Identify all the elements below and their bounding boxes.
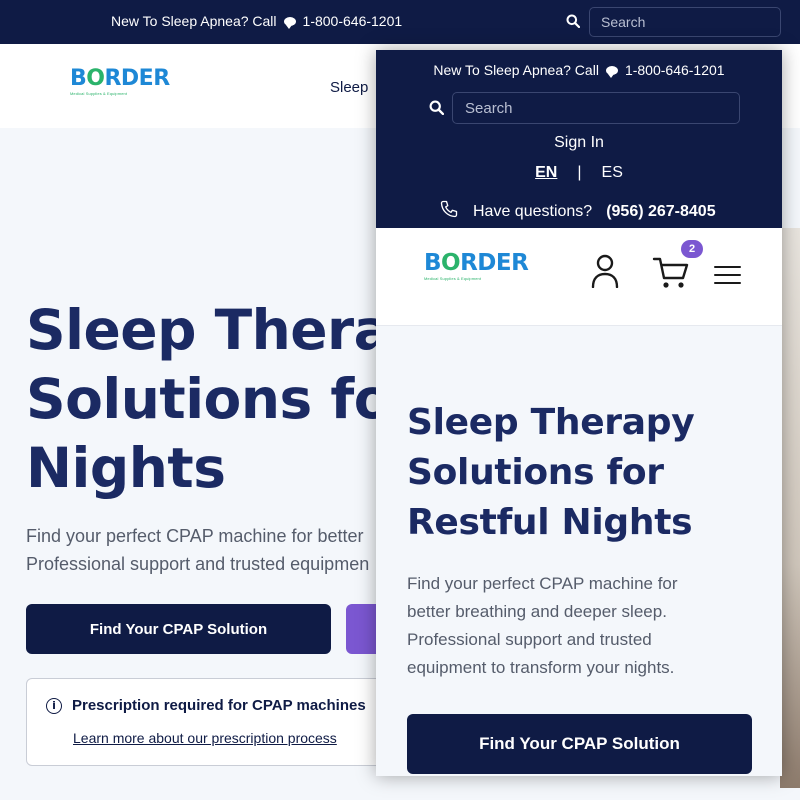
phone-icon (439, 199, 459, 224)
logo-letter: B (424, 250, 442, 276)
mobile-find-cpap-button[interactable]: Find Your CPAP Solution (407, 714, 752, 774)
desktop-logo[interactable]: B O RDER Medical Supplies & Equipment (70, 66, 170, 96)
mobile-view: New To Sleep Apnea? Call 1-800-646-1201 … (376, 50, 782, 776)
mobile-top-bar: New To Sleep Apnea? Call 1-800-646-1201 … (376, 50, 782, 228)
cart-icon[interactable] (652, 256, 690, 295)
language-switcher: EN | ES (376, 164, 782, 182)
mobile-hero-title: Sleep Therapy Solutions for Restful Nigh… (407, 402, 695, 543)
lang-separator: | (577, 164, 582, 181)
chat-bubble-icon (605, 65, 618, 78)
mobile-phone-link[interactable]: 1-800-646-1201 (625, 62, 725, 78)
prescription-link[interactable]: Learn more about our prescription proces… (73, 730, 337, 746)
logo-wheelchair-o: O (86, 66, 105, 91)
desktop-promo: New To Sleep Apnea? Call 1-800-646-1201 (111, 13, 402, 29)
mobile-promo: New To Sleep Apnea? Call 1-800-646-1201 (376, 62, 782, 78)
desktop-search-input[interactable] (589, 7, 781, 37)
cart-count-badge: 2 (681, 240, 703, 258)
nav-item-sleep[interactable]: Sleep (330, 79, 368, 96)
prescription-title: Prescription required for CPAP machines (72, 697, 366, 714)
chat-bubble-icon (283, 16, 296, 29)
logo-letters: RDER (104, 66, 170, 91)
mobile-logo[interactable]: B O RDER Medical Supplies & Equipment (424, 250, 529, 281)
hamburger-menu-icon[interactable] (714, 266, 741, 290)
info-icon: i (46, 697, 62, 714)
mobile-search-input[interactable] (452, 92, 740, 124)
user-account-icon[interactable] (590, 254, 620, 293)
hero-image (780, 228, 800, 788)
desktop-promo-text: New To Sleep Apnea? Call (111, 13, 277, 29)
find-cpap-button[interactable]: Find Your CPAP Solution (26, 604, 331, 654)
logo-wheelchair-o: O (441, 250, 461, 276)
mobile-header: B O RDER Medical Supplies & Equipment 2 (376, 228, 782, 326)
desktop-hero-subtitle: Find your perfect CPAP machine for bette… (26, 526, 370, 574)
prescription-notice: i Prescription required for CPAP machine… (26, 678, 396, 766)
sign-in-link[interactable]: Sign In (376, 134, 782, 152)
logo-letter: B (70, 66, 87, 91)
desktop-top-bar: New To Sleep Apnea? Call 1-800-646-1201 (0, 0, 800, 44)
search-icon[interactable] (429, 100, 445, 120)
questions-text: Have questions? (473, 202, 593, 220)
lang-en[interactable]: EN (535, 164, 557, 182)
logo-letters: RDER (460, 250, 529, 276)
questions-line: Have questions? (956) 267-8405 (439, 199, 716, 224)
mobile-promo-text: New To Sleep Apnea? Call (433, 62, 599, 78)
questions-phone-link[interactable]: (956) 267-8405 (606, 203, 715, 221)
logo-tagline: Medical Supplies & Equipment (70, 91, 128, 96)
lang-es[interactable]: ES (602, 164, 623, 182)
mobile-hero-subtitle: Find your perfect CPAP machine for bette… (407, 574, 678, 677)
logo-tagline: Medical Supplies & Equipment (424, 276, 482, 281)
search-icon[interactable] (566, 14, 581, 33)
desktop-phone-link[interactable]: 1-800-646-1201 (303, 13, 403, 29)
desktop-hero-title: Sleep Therap Solutions for Nights (26, 298, 430, 500)
